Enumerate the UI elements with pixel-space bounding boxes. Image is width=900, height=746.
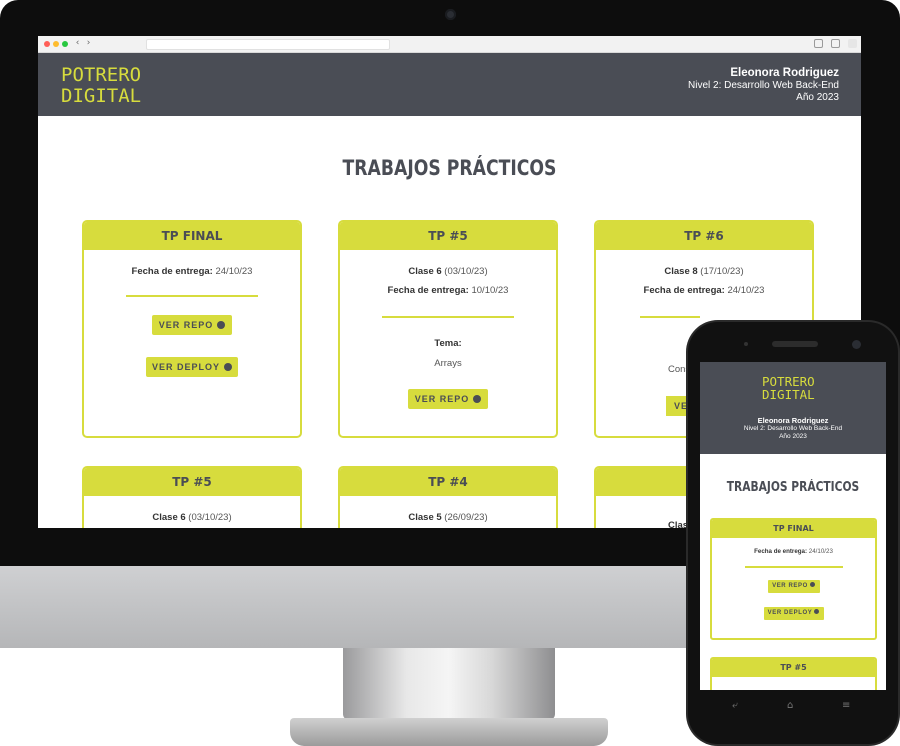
monitor-stand-base <box>290 718 608 746</box>
course-year: Año 2023 <box>779 433 807 440</box>
divider <box>126 295 258 297</box>
clase-info: Clase 6 (03/10/23) <box>84 512 300 523</box>
ver-repo-label: VER REPO <box>772 582 808 589</box>
course-name: Nivel 2: Desarrollo Web Back-End <box>688 80 839 91</box>
fecha-entrega: Fecha de entrega: 10/10/23 <box>340 285 556 296</box>
author-name: Eleonora Rodriguez <box>757 416 829 425</box>
phone-author-info: Eleonora Rodriguez Nivel 2: Desarrollo W… <box>700 416 886 441</box>
clase-label-partial: Clas <box>668 520 689 528</box>
ver-repo-label: VER REPO <box>414 394 470 404</box>
ver-repo-button[interactable]: VER REPO <box>767 579 820 593</box>
clase-date: (17/10/23) <box>700 266 744 277</box>
clase-info: Clase 5 (26/09/23) <box>340 512 556 523</box>
phone-site-header: POTRERO DIGITAL Eleonora Rodriguez Nivel… <box>700 362 886 454</box>
clase-date: (03/10/23) <box>444 266 488 277</box>
monitor-stand <box>343 648 555 720</box>
ver-repo-button[interactable]: VER REPO <box>408 389 488 409</box>
card-title: TP #6 <box>596 222 812 250</box>
page-title: TRABAJOS PRÁCTICOS <box>342 156 557 180</box>
github-icon <box>814 609 820 614</box>
menu-icon[interactable]: ≡ <box>842 700 850 711</box>
clase-label: Clase 8 <box>664 266 698 277</box>
ver-deploy-label: VER DEPLOY <box>151 362 220 372</box>
ver-repo-label: VER REPO <box>158 320 214 330</box>
logo-line-2: DIGITAL <box>762 387 815 402</box>
phone-card-tp-final: TP FINAL Fecha de entrega: 24/10/23 VER … <box>710 518 877 640</box>
phone-page-title: TRABAJOS PRÁCTICOS <box>726 480 860 495</box>
phone-screen: POTRERO DIGITAL Eleonora Rodriguez Nivel… <box>700 362 886 690</box>
home-icon[interactable]: ⌂ <box>787 700 793 711</box>
ver-deploy-button[interactable]: VER DEPLOY <box>146 357 238 377</box>
phone-site-logo[interactable]: POTRERO DIGITAL <box>762 375 815 401</box>
fecha-entrega: Fecha de entrega: 24/10/23 <box>712 548 875 555</box>
fecha-label: Fecha de entrega: <box>643 285 725 296</box>
tema-label: Tema: <box>434 338 462 349</box>
back-nav-icon[interactable]: ⤶ <box>732 700 738 711</box>
card-title: TP #5 <box>712 659 875 677</box>
course-year: Año 2023 <box>796 92 839 103</box>
forward-arrow-icon[interactable]: › <box>83 38 94 49</box>
clase-label: Clase 6 <box>152 512 186 523</box>
phone-camera-icon <box>852 340 861 349</box>
card-title: TP #5 <box>340 222 556 250</box>
logo-line-1: POTRERO <box>61 64 142 86</box>
ver-repo-button[interactable]: VER REPO <box>152 315 232 335</box>
fecha-entrega: Fecha de entrega: 24/10/23 <box>596 285 812 296</box>
fecha-label: Fecha de entrega: <box>387 285 469 296</box>
phone-sensor <box>744 342 748 346</box>
clase-info: Clase 6 (03/10/23) <box>340 266 556 277</box>
clase-date: (26/09/23) <box>444 512 488 523</box>
phone-card-tp-5: TP #5 <box>710 657 877 690</box>
tema-value: Arrays <box>434 358 462 369</box>
author-info: Eleonora Rodriguez Nivel 2: Desarrollo W… <box>688 67 839 104</box>
logo-line-2: DIGITAL <box>61 85 142 107</box>
site-logo[interactable]: POTRERO DIGITAL <box>61 65 141 107</box>
back-arrow-icon[interactable]: ‹ <box>72 38 83 49</box>
course-name: Nivel 2: Desarrollo Web Back-End <box>743 425 843 432</box>
clase-label: Clase 6 <box>408 266 442 277</box>
card-tp-5-second-row: TP #5 Clase 6 (03/10/23) <box>82 466 302 528</box>
share-icon[interactable] <box>814 39 823 48</box>
clase-info: Clase 8 (17/10/23) <box>596 266 812 277</box>
fecha-value: 24/10/23 <box>215 266 253 277</box>
github-icon <box>217 321 226 329</box>
card-title: TP FINAL <box>84 222 300 250</box>
author-name: Eleonora Rodriguez <box>730 67 839 79</box>
ver-deploy-label: VER DEPLOY <box>767 609 813 616</box>
tema-value-partial: Cons <box>668 364 691 375</box>
divider <box>382 316 514 318</box>
card-tp-5: TP #5 Clase 6 (03/10/23) Fecha de entreg… <box>338 220 558 438</box>
camera-icon <box>445 9 456 20</box>
fecha-value: 10/10/23 <box>471 285 509 296</box>
phone-speaker <box>772 341 818 347</box>
tabs-icon[interactable] <box>831 39 840 48</box>
close-window-button[interactable] <box>44 41 50 47</box>
divider <box>640 316 700 318</box>
fecha-label: Fecha de entrega: <box>754 548 808 555</box>
fecha-entrega: Fecha de entrega: 24/10/23 <box>84 266 300 277</box>
card-title: TP #5 <box>84 468 300 496</box>
url-bar[interactable] <box>146 39 390 50</box>
browser-toolbar: ‹ › <box>38 36 861 53</box>
site-header: POTRERO DIGITAL Eleonora Rodriguez Nivel… <box>38 53 861 116</box>
new-tab-button[interactable] <box>848 39 857 48</box>
ver-deploy-button[interactable]: VER DEPLOY <box>763 606 824 620</box>
fecha-value: 24/10/23 <box>727 285 765 296</box>
clase-date: (03/10/23) <box>188 512 232 523</box>
github-icon <box>809 582 815 587</box>
github-icon <box>473 395 482 403</box>
clase-label: Clase 5 <box>408 512 442 523</box>
card-title: TP #4 <box>340 468 556 496</box>
fecha-label: Fecha de entrega: <box>131 266 213 277</box>
minimize-window-button[interactable] <box>53 41 59 47</box>
maximize-window-button[interactable] <box>62 41 68 47</box>
card-tp-4: TP #4 Clase 5 (26/09/23) <box>338 466 558 528</box>
card-title: TP FINAL <box>712 520 875 538</box>
divider <box>744 566 843 568</box>
github-icon <box>224 363 232 371</box>
card-tp-final: TP FINAL Fecha de entrega: 24/10/23 VER … <box>82 220 302 438</box>
fecha-value: 24/10/23 <box>808 548 833 555</box>
